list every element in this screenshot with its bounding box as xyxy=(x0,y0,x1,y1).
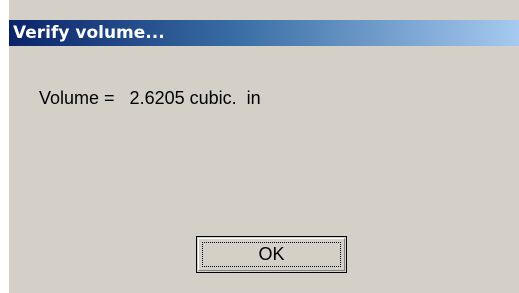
title-bar[interactable]: Verify volume... xyxy=(9,20,519,46)
ok-button[interactable]: OK xyxy=(196,236,347,273)
ok-button-label: OK xyxy=(258,244,285,264)
verify-volume-dialog: Verify volume... Volume = 2.6205 cubic. … xyxy=(8,0,519,293)
window-title: Verify volume... xyxy=(13,23,165,43)
volume-message: Volume = 2.6205 cubic. in xyxy=(39,88,261,108)
